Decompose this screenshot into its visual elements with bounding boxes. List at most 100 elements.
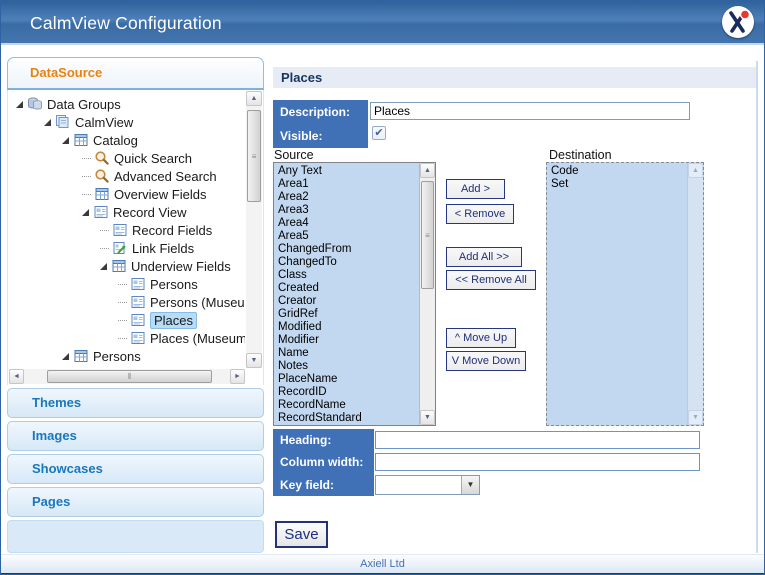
visible-checkbox[interactable]: ✔ — [372, 126, 386, 140]
list-option[interactable]: Creator — [278, 295, 418, 308]
tree-item-advanced-search[interactable]: Advanced Search — [8, 167, 245, 185]
scroll-up-icon[interactable]: ▲ — [688, 163, 703, 178]
add-button[interactable]: Add > — [446, 179, 505, 199]
form-icon — [93, 204, 109, 220]
tree-connector — [82, 193, 91, 195]
table-icon — [94, 186, 110, 202]
remove-all-button[interactable]: << Remove All — [446, 270, 536, 290]
tree-connector — [118, 301, 127, 303]
destination-list-scrollbar[interactable]: ▲ ▼ — [687, 163, 703, 425]
tree-item-catalog[interactable]: Catalog — [8, 131, 245, 149]
list-option[interactable]: ChangedFrom — [278, 243, 418, 256]
sidebar-item-images[interactable]: Images — [7, 421, 264, 451]
list-option[interactable]: RecordStandard — [278, 412, 418, 424]
tree-vertical-scrollbar[interactable]: ▲ ≡ ▼ — [246, 91, 262, 368]
destination-list-label: Destination — [549, 148, 612, 162]
scrollbar-thumb[interactable]: ≡ — [247, 110, 261, 202]
tree-item-places-museum[interactable]: Places (Museum — [8, 329, 245, 347]
save-button[interactable]: Save — [275, 521, 328, 548]
tree-item-record-fields[interactable]: Record Fields — [8, 221, 245, 239]
search-icon — [94, 150, 110, 166]
remove-button[interactable]: < Remove — [446, 204, 514, 224]
heading-input[interactable] — [375, 431, 700, 449]
tree-item-link-fields[interactable]: Link Fields — [8, 239, 245, 257]
tree-item-record-view[interactable]: Record View — [8, 203, 245, 221]
table-icon — [111, 258, 127, 274]
list-option[interactable]: Created — [278, 282, 418, 295]
title-bar: CalmView Configuration — [1, 1, 764, 45]
expand-arrow-icon[interactable] — [62, 136, 69, 144]
move-up-button[interactable]: ^ Move Up — [446, 328, 516, 348]
bottom-label-block: Heading: Column width: Key field: — [273, 429, 374, 496]
list-option[interactable]: PlaceName — [278, 373, 418, 386]
list-option[interactable]: Notes — [278, 360, 418, 373]
sidebar-item-themes[interactable]: Themes — [7, 388, 264, 418]
list-option[interactable]: RecordID — [278, 386, 418, 399]
tree-connector — [118, 319, 127, 321]
tree-item-label: Underview Fields — [131, 258, 231, 274]
chevron-down-icon[interactable]: ▼ — [461, 476, 479, 494]
sidebar: DataSource Data Groups CalmView Catalog — [7, 57, 264, 553]
scroll-up-icon[interactable]: ▲ — [246, 91, 262, 106]
list-option[interactable]: ChangedTo — [278, 256, 418, 269]
scroll-left-icon[interactable]: ◄ — [9, 369, 24, 384]
tree-item-persons-museum[interactable]: Persons (Museu — [8, 293, 245, 311]
form-icon — [130, 312, 146, 328]
source-listbox[interactable]: Any Text Area1 Area2 Area3 Area4 Area5 Changed… — [273, 162, 436, 426]
sidebar-item-showcases[interactable]: Showcases — [7, 454, 264, 484]
list-option[interactable]: Name — [278, 347, 418, 360]
table-icon — [73, 132, 89, 148]
description-label: Description: — [280, 105, 351, 119]
list-option[interactable]: Modifier — [278, 334, 418, 347]
source-list-scrollbar[interactable]: ▲ ≡ ▼ — [419, 163, 435, 425]
description-input[interactable] — [370, 102, 690, 120]
list-option[interactable]: Area2 — [278, 191, 418, 204]
expand-arrow-icon[interactable] — [16, 100, 23, 108]
expand-arrow-icon[interactable] — [100, 262, 107, 270]
tree-item-quick-search[interactable]: Quick Search — [8, 149, 245, 167]
scroll-down-icon[interactable]: ▼ — [688, 410, 703, 425]
expand-arrow-icon[interactable] — [62, 352, 69, 360]
tree-horizontal-scrollbar[interactable]: ◄ ⫴ ► — [9, 369, 245, 384]
tree-item-label: Overview Fields — [114, 186, 207, 202]
expand-arrow-icon[interactable] — [82, 208, 89, 216]
tree-item-places-selected[interactable]: Places — [8, 311, 245, 329]
scrollbar-thumb[interactable]: ≡ — [421, 181, 434, 289]
list-option[interactable]: RecordName — [278, 399, 418, 412]
list-option[interactable]: Any Text — [278, 165, 418, 178]
scroll-down-icon[interactable]: ▼ — [246, 353, 262, 368]
tree-item-label: Persons — [93, 348, 141, 364]
scrollbar-thumb[interactable]: ⫴ — [47, 370, 212, 383]
tab-datasource[interactable]: DataSource — [7, 57, 264, 90]
list-option[interactable]: Area3 — [278, 204, 418, 217]
list-option[interactable]: Area4 — [278, 217, 418, 230]
tree-item-overview-fields[interactable]: Overview Fields — [8, 185, 245, 203]
scroll-right-icon[interactable]: ► — [230, 369, 245, 384]
table-icon — [73, 348, 89, 364]
move-down-button[interactable]: V Move Down — [446, 351, 526, 371]
list-option[interactable]: Area5 — [278, 230, 418, 243]
key-field-select[interactable]: ▼ — [375, 475, 480, 495]
list-option[interactable]: Set — [551, 178, 686, 191]
list-option[interactable]: GridRef — [278, 308, 418, 321]
tree-item-label: Record View — [113, 204, 187, 220]
form-icon — [112, 222, 128, 238]
tree-item-calmview[interactable]: CalmView — [8, 113, 245, 131]
list-option[interactable]: Class — [278, 269, 418, 282]
list-option[interactable]: Code — [551, 165, 686, 178]
tree-item-persons[interactable]: Persons — [8, 275, 245, 293]
list-option[interactable]: Modified — [278, 321, 418, 334]
scroll-up-icon[interactable]: ▲ — [420, 163, 435, 178]
tree-connector — [118, 283, 127, 285]
scroll-down-icon[interactable]: ▼ — [420, 410, 435, 425]
destination-listbox[interactable]: Code Set ▲ ▼ — [546, 162, 704, 426]
sidebar-item-pages[interactable]: Pages — [7, 487, 264, 517]
expand-arrow-icon[interactable] — [44, 118, 51, 126]
sidebar-filler — [7, 520, 264, 553]
tree-item-persons-group[interactable]: Persons — [8, 347, 245, 365]
column-width-input[interactable] — [375, 453, 700, 471]
list-option[interactable]: Area1 — [278, 178, 418, 191]
add-all-button[interactable]: Add All >> — [446, 247, 522, 267]
tree-item-underview-fields[interactable]: Underview Fields — [8, 257, 245, 275]
tree-item-data-groups[interactable]: Data Groups — [8, 95, 245, 113]
